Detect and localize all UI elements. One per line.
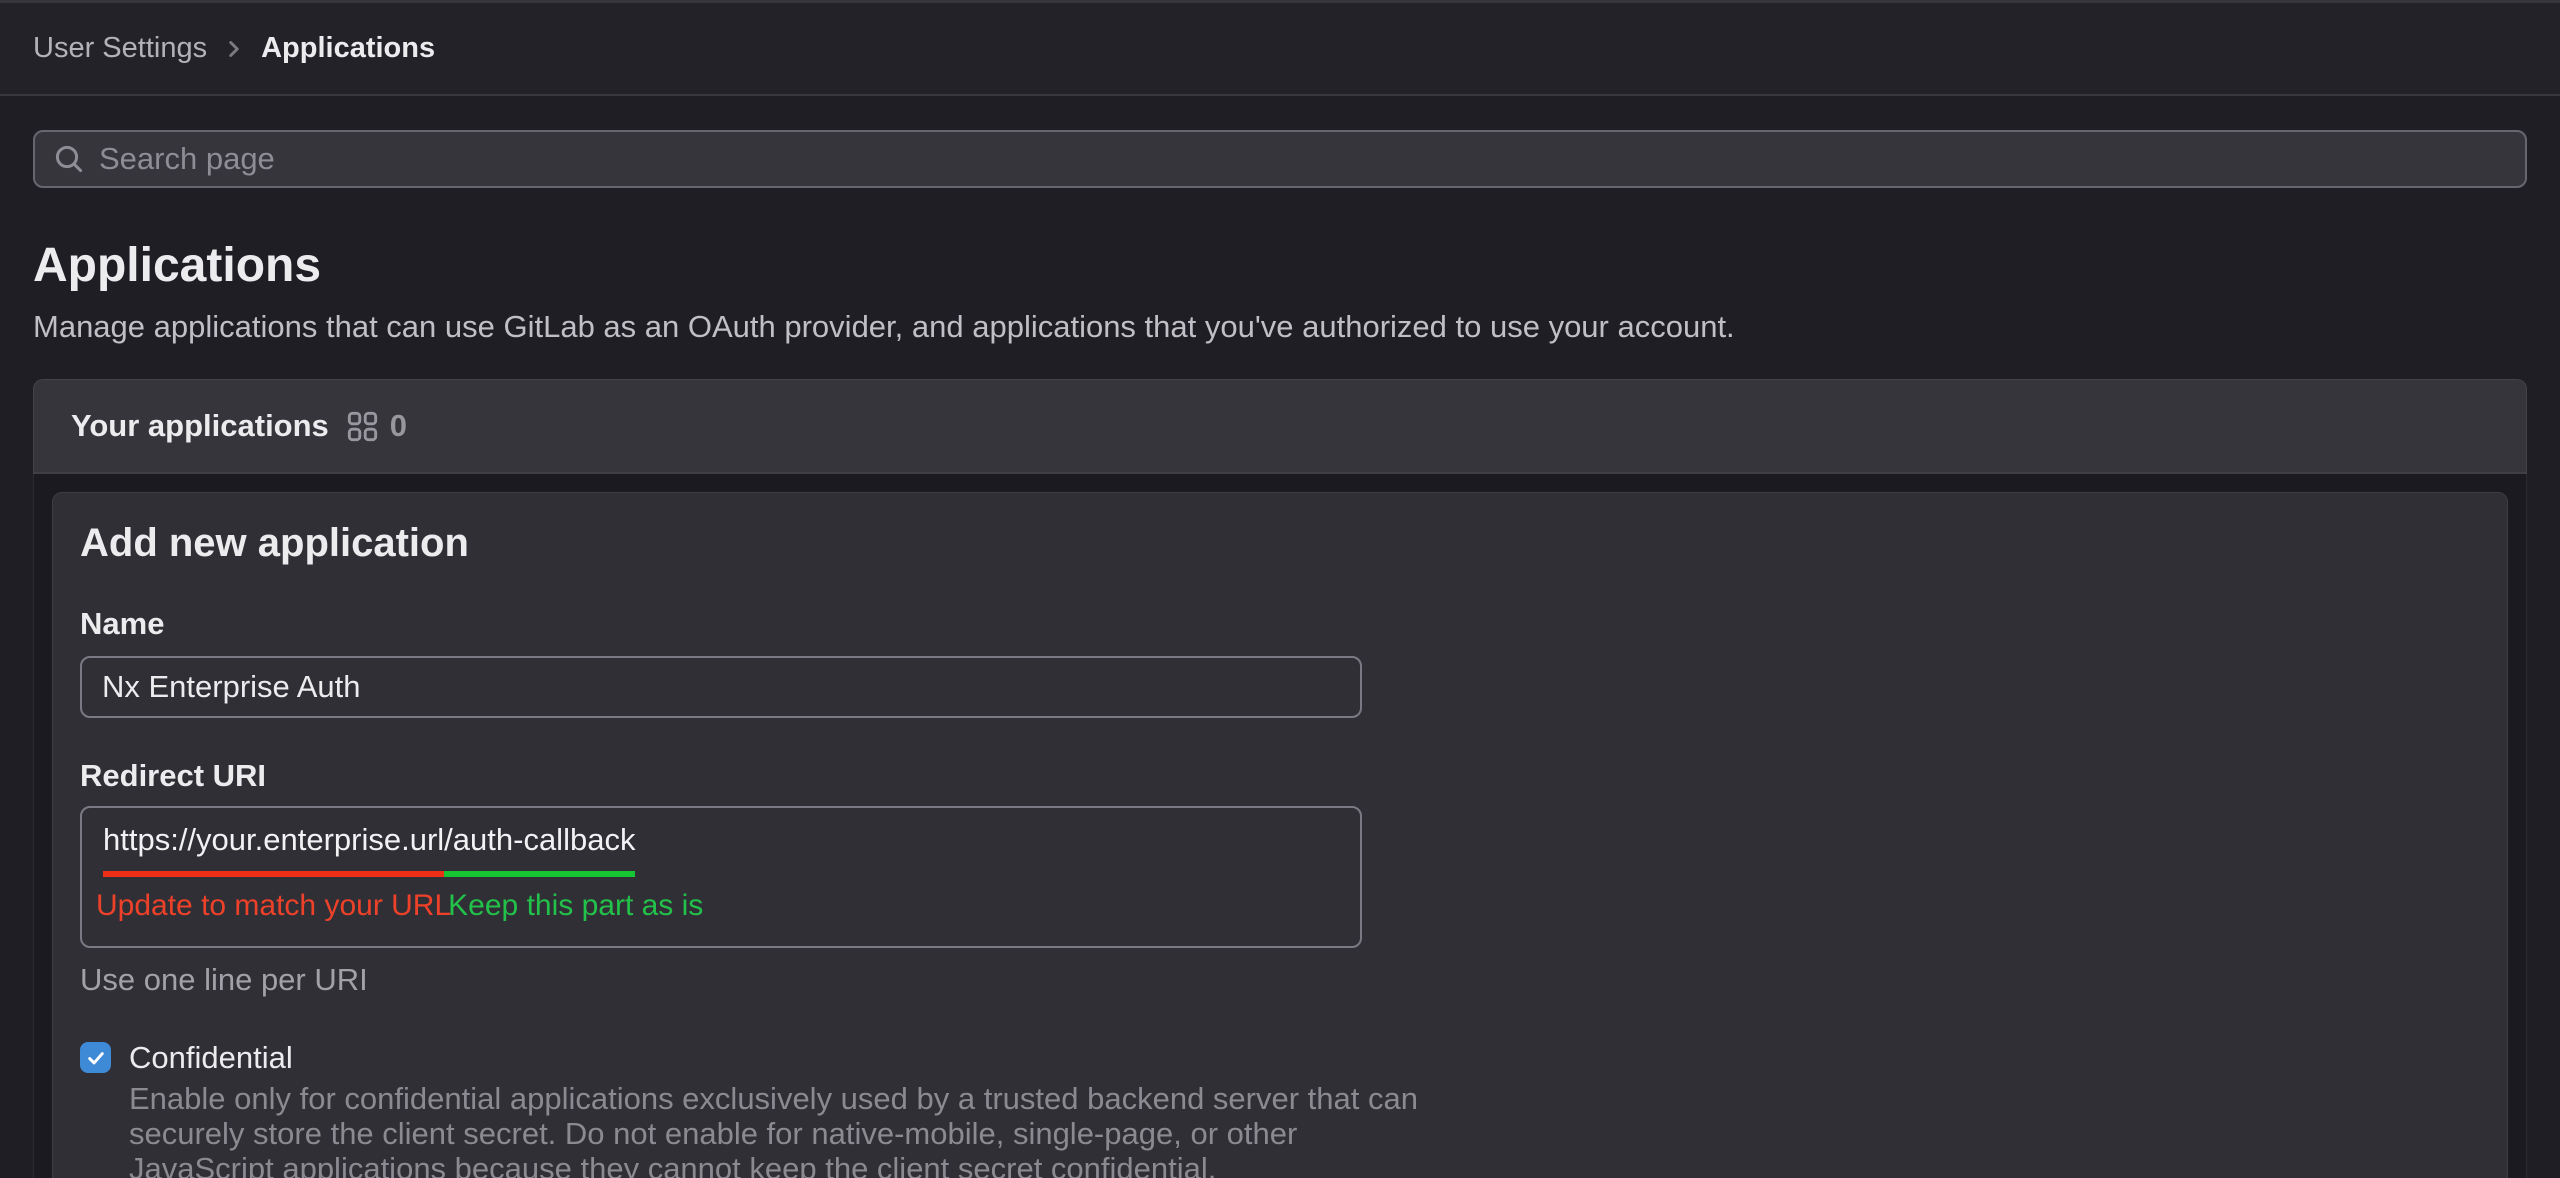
breadcrumb-user-settings[interactable]: User Settings [33, 32, 207, 65]
name-label: Name [80, 606, 2480, 642]
annotation-keep-part: Keep this part as is [448, 889, 703, 923]
your-applications-header: Your applications 0 [33, 379, 2527, 474]
add-new-application-title: Add new application [80, 521, 2480, 566]
confidential-label[interactable]: Confidential [129, 1040, 293, 1076]
redirect-uri-value: https://your.enterprise.url/auth-callbac… [82, 808, 1360, 877]
uri-path-segment: /auth-callback [444, 822, 635, 877]
search-bar [33, 130, 2527, 188]
your-applications-body: Add new application Name Redirect URI ht… [33, 474, 2527, 1178]
application-name-input[interactable] [80, 656, 1362, 718]
redirect-uri-label: Redirect URI [80, 758, 2480, 794]
checkmark-icon [85, 1047, 107, 1069]
confidential-description: Enable only for confidential application… [129, 1081, 1429, 1178]
applications-count-badge: 0 [347, 408, 407, 444]
applications-count: 0 [390, 408, 407, 444]
uri-host-segment: https://your.enterprise.url [103, 822, 444, 877]
main-content: Applications Manage applications that ca… [0, 130, 2560, 1178]
confidential-checkbox[interactable] [80, 1042, 111, 1073]
search-input[interactable] [33, 130, 2527, 188]
your-applications-title: Your applications [71, 408, 329, 444]
uri-annotations: https://your.enterprise.url Update to ma… [103, 889, 1360, 925]
add-new-application-card: Add new application Name Redirect URI ht… [52, 492, 2508, 1178]
chevron-right-icon [221, 36, 247, 62]
breadcrumb-bar: User Settings Applications [0, 0, 2560, 96]
annotation-update-url: Update to match your URL [96, 889, 451, 923]
applications-grid-icon [347, 411, 378, 442]
your-applications-panel: Your applications 0 Add new application … [33, 379, 2527, 1178]
search-icon [53, 143, 85, 180]
breadcrumb-applications: Applications [261, 32, 435, 65]
breadcrumb: User Settings Applications [33, 32, 435, 65]
confidential-checkbox-row[interactable]: Confidential [80, 1040, 2480, 1076]
page-title: Applications [33, 238, 2527, 293]
page-description: Manage applications that can use GitLab … [33, 309, 2527, 345]
redirect-uri-helper: Use one line per URI [80, 962, 2480, 998]
redirect-uri-textarea[interactable]: https://your.enterprise.url/auth-callbac… [80, 806, 1362, 948]
